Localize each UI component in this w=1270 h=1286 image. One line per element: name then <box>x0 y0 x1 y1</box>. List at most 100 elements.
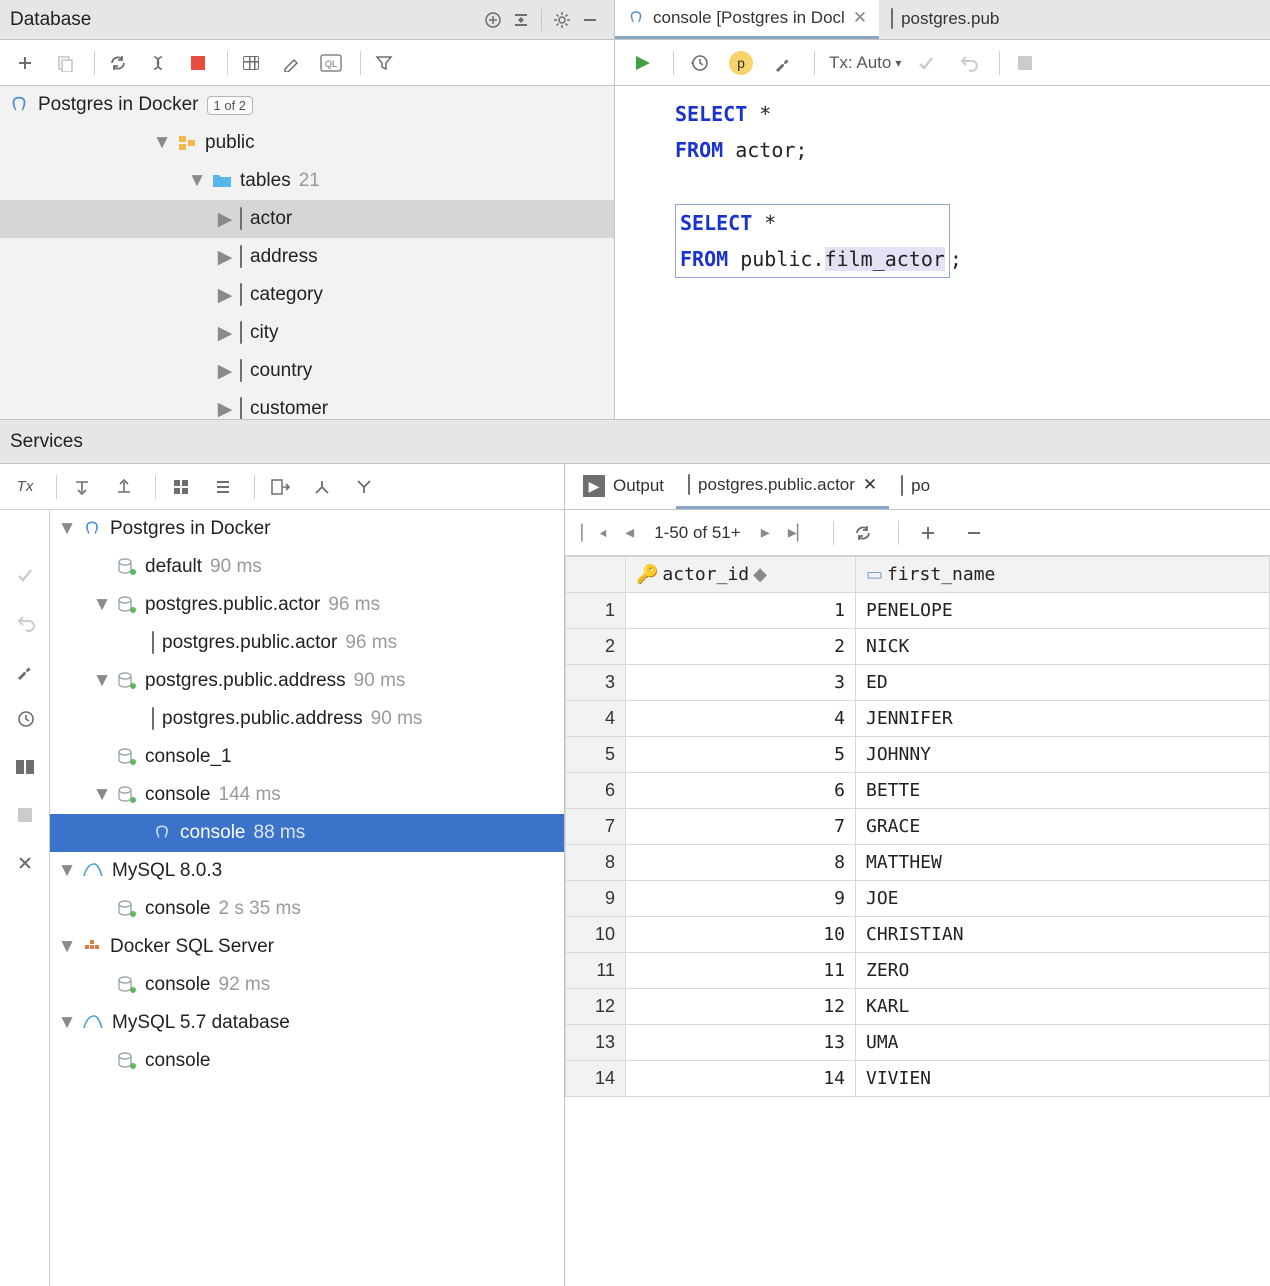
chevron-down-icon[interactable]: ▼ <box>190 174 204 188</box>
cell-actor-id[interactable]: 6 <box>626 773 856 809</box>
chevron-down-icon[interactable]: ▼ <box>60 522 74 536</box>
add-row-icon[interactable] <box>911 516 945 550</box>
split-icon[interactable] <box>507 6 535 34</box>
chevron-down-icon[interactable]: ▼ <box>95 788 109 802</box>
merge-icon[interactable] <box>347 470 381 504</box>
services-tree-item[interactable]: ▼MySQL 8.0.3 <box>50 852 564 890</box>
table-row[interactable]: 9 9 JOE <box>566 881 1270 917</box>
undo-icon[interactable] <box>10 608 40 638</box>
grid-small-icon[interactable] <box>164 470 198 504</box>
tx-mode-select[interactable]: Tx: Auto ▾ <box>823 53 907 73</box>
run-icon[interactable] <box>625 46 659 80</box>
results-tab[interactable]: po <box>889 463 942 509</box>
services-tree-item[interactable]: ▼MySQL 5.7 database <box>50 1004 564 1042</box>
cell-first-name[interactable]: PENELOPE <box>856 593 1270 629</box>
cell-actor-id[interactable]: 3 <box>626 665 856 701</box>
prev-page-icon[interactable]: ◂ <box>619 522 640 543</box>
cell-actor-id[interactable]: 9 <box>626 881 856 917</box>
services-tree-item[interactable]: ▼postgres.public.actor96 ms <box>50 586 564 624</box>
tree-table-item[interactable]: ▶ city <box>0 314 614 352</box>
cell-first-name[interactable]: NICK <box>856 629 1270 665</box>
cell-first-name[interactable]: BETTE <box>856 773 1270 809</box>
cell-first-name[interactable]: JOHNNY <box>856 737 1270 773</box>
wrench-icon[interactable] <box>10 656 40 686</box>
services-tree-item[interactable]: console88 ms <box>50 814 564 852</box>
table-row[interactable]: 12 12 KARL <box>566 989 1270 1025</box>
cell-first-name[interactable]: CHRISTIAN <box>856 917 1270 953</box>
wrench-icon[interactable] <box>766 46 800 80</box>
chevron-down-icon[interactable]: ▼ <box>60 864 74 878</box>
stop-icon[interactable] <box>181 46 215 80</box>
results-tab[interactable]: postgres.public.actor✕ <box>676 463 889 509</box>
services-tree-item[interactable]: postgres.public.address90 ms <box>50 700 564 738</box>
tree-schema[interactable]: ▼ public <box>0 124 614 162</box>
services-tree-item[interactable]: ▼postgres.public.address90 ms <box>50 662 564 700</box>
history-icon[interactable] <box>682 46 716 80</box>
services-tree-item[interactable]: ▼console144 ms <box>50 776 564 814</box>
close-icon[interactable] <box>10 848 40 878</box>
editor-tab[interactable]: console [Postgres in Docl✕ <box>615 0 879 39</box>
chevron-down-icon[interactable]: ▼ <box>155 136 169 150</box>
table-row[interactable]: 2 2 NICK <box>566 629 1270 665</box>
tree-table-item[interactable]: ▶ customer <box>0 390 614 419</box>
cell-actor-id[interactable]: 5 <box>626 737 856 773</box>
chevron-right-icon[interactable]: ▶ <box>218 250 232 264</box>
column-header-actor-id[interactable]: 🔑actor_id◆ <box>626 557 856 593</box>
reload-icon[interactable] <box>846 516 880 550</box>
cell-actor-id[interactable]: 7 <box>626 809 856 845</box>
results-table[interactable]: 🔑actor_id◆ ▭first_name 1 1 PENELOPE2 2 N… <box>565 556 1270 1286</box>
cell-first-name[interactable]: KARL <box>856 989 1270 1025</box>
minimize-icon[interactable] <box>576 6 604 34</box>
cell-actor-id[interactable]: 12 <box>626 989 856 1025</box>
cell-actor-id[interactable]: 13 <box>626 1025 856 1061</box>
cell-actor-id[interactable]: 8 <box>626 845 856 881</box>
table-view-icon[interactable] <box>234 46 268 80</box>
next-page-icon[interactable]: ▸ <box>755 522 776 543</box>
filter-icon[interactable] <box>367 46 401 80</box>
tree-tables-folder[interactable]: ▼ tables 21 <box>0 162 614 200</box>
table-row[interactable]: 11 11 ZERO <box>566 953 1270 989</box>
add-target-icon[interactable] <box>479 6 507 34</box>
cell-first-name[interactable]: ED <box>856 665 1270 701</box>
cell-actor-id[interactable]: 4 <box>626 701 856 737</box>
chevron-down-icon[interactable]: ▼ <box>60 940 74 954</box>
cell-first-name[interactable]: UMA <box>856 1025 1270 1061</box>
edit-icon[interactable] <box>274 46 308 80</box>
services-tree-item[interactable]: ▼Postgres in Docker <box>50 510 564 548</box>
cell-actor-id[interactable]: 1 <box>626 593 856 629</box>
chevron-right-icon[interactable]: ▶ <box>218 402 232 416</box>
rollback-icon[interactable] <box>951 46 985 80</box>
history-icon[interactable] <box>10 704 40 734</box>
import-icon[interactable] <box>263 470 297 504</box>
cell-actor-id[interactable]: 11 <box>626 953 856 989</box>
chevron-right-icon[interactable]: ▶ <box>218 212 232 226</box>
table-row[interactable]: 14 14 VIVIEN <box>566 1061 1270 1097</box>
branch-icon[interactable] <box>305 470 339 504</box>
table-row[interactable]: 10 10 CHRISTIAN <box>566 917 1270 953</box>
chevron-down-icon[interactable]: ▼ <box>95 674 109 688</box>
table-row[interactable]: 7 7 GRACE <box>566 809 1270 845</box>
cell-first-name[interactable]: ZERO <box>856 953 1270 989</box>
new-icon[interactable] <box>8 46 42 80</box>
cell-first-name[interactable]: JENNIFER <box>856 701 1270 737</box>
ql-icon[interactable]: QL <box>314 46 348 80</box>
stop-icon[interactable] <box>1008 46 1042 80</box>
gear-icon[interactable] <box>548 6 576 34</box>
table-row[interactable]: 5 5 JOHNNY <box>566 737 1270 773</box>
table-row[interactable]: 1 1 PENELOPE <box>566 593 1270 629</box>
commit-icon[interactable] <box>909 46 943 80</box>
services-tree-item[interactable]: ▼Docker SQL Server <box>50 928 564 966</box>
stop-icon[interactable] <box>10 800 40 830</box>
cell-first-name[interactable]: VIVIEN <box>856 1061 1270 1097</box>
table-row[interactable]: 4 4 JENNIFER <box>566 701 1270 737</box>
chevron-down-icon[interactable]: ▼ <box>60 1016 74 1030</box>
services-tree-item[interactable]: default90 ms <box>50 548 564 586</box>
table-row[interactable]: 8 8 MATTHEW <box>566 845 1270 881</box>
cell-actor-id[interactable]: 10 <box>626 917 856 953</box>
cell-first-name[interactable]: JOE <box>856 881 1270 917</box>
editor-tab[interactable]: postgres.pub <box>879 0 1011 39</box>
sync-icon[interactable] <box>141 46 175 80</box>
tree-root[interactable]: Postgres in Docker 1 of 2 <box>0 86 614 124</box>
cell-actor-id[interactable]: 14 <box>626 1061 856 1097</box>
list-icon[interactable] <box>206 470 240 504</box>
